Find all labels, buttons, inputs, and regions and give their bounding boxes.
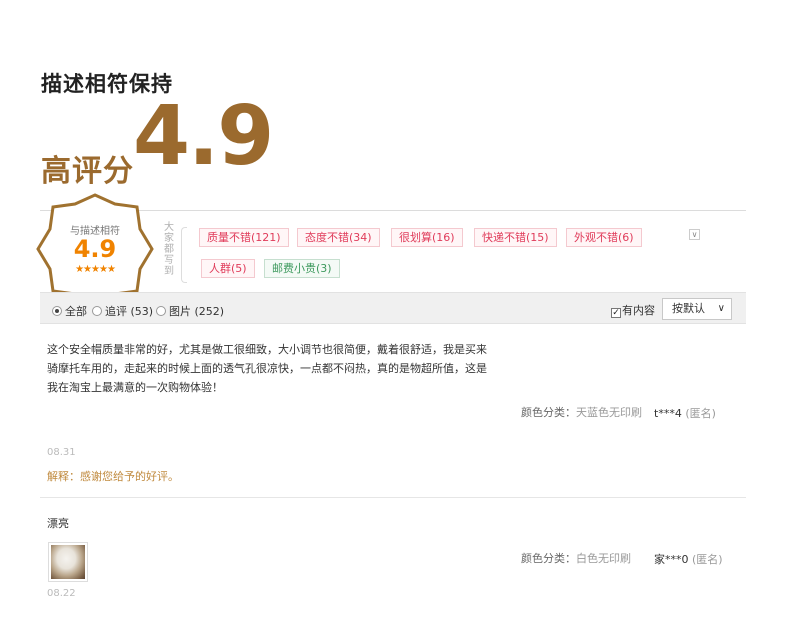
reviewer-name: 家***0 — [654, 553, 689, 566]
tag-crowd[interactable]: 人群(5) — [201, 259, 255, 278]
reviewer-name: t***4 — [654, 407, 682, 420]
filter-photos-label: 图片 (252) — [169, 305, 225, 318]
reviewer: 家***0 (匿名) — [654, 551, 723, 567]
tag-shipping-fee[interactable]: 邮费小贵(3) — [264, 259, 340, 278]
review-photo-thumbnail[interactable] — [48, 542, 88, 582]
chevron-down-icon: ∨ — [717, 303, 725, 314]
filter-bar: 全部 追评 (53) 图片 (252) ✓ 有内容 按默认 ∨ — [40, 292, 746, 324]
tags-bracket — [181, 227, 187, 283]
reviewer-anon: (匿名) — [685, 407, 716, 420]
star-rating-icon: ★★★★★ — [75, 264, 116, 275]
review-divider — [40, 497, 746, 498]
chevron-down-icon: ∨ — [691, 230, 698, 239]
tag-value[interactable]: 很划算(16) — [391, 228, 463, 247]
checkmark-icon: ✓ — [611, 308, 621, 318]
expand-tags-button[interactable]: ∨ — [689, 229, 700, 240]
reviewer: t***4 (匿名) — [654, 405, 716, 421]
review-text: 这个安全帽质量非常的好，尤其是做工很细致，大小调节也很简便，戴着很舒适，我是买来… — [47, 343, 487, 394]
sort-select-value: 按默认 — [672, 302, 705, 315]
review-sku: 颜色分类：白色无印刷 — [521, 550, 631, 566]
review-date: 08.22 — [47, 588, 76, 599]
filter-followup-radio[interactable]: 追评 (53) — [92, 303, 153, 319]
sku-label: 颜色分类： — [521, 406, 576, 419]
review-date: 08.31 — [47, 447, 76, 458]
has-content-label: 有内容 — [622, 304, 655, 317]
filter-photos-radio[interactable]: 图片 (252) — [156, 303, 224, 319]
has-content-checkbox[interactable]: ✓ 有内容 — [611, 302, 655, 318]
filter-all-radio[interactable]: 全部 — [52, 303, 87, 319]
sort-select[interactable]: 按默认 ∨ — [662, 298, 732, 320]
tag-attitude[interactable]: 态度不错(34) — [297, 228, 380, 247]
high-score-label: 高评分 — [41, 154, 134, 189]
tag-appearance[interactable]: 外观不错(6) — [566, 228, 642, 247]
radio-icon — [156, 306, 166, 316]
radio-icon — [92, 306, 102, 316]
badge-score: 4.9 — [73, 235, 117, 263]
tag-delivery[interactable]: 快递不错(15) — [474, 228, 557, 247]
review-text: 漂亮 — [47, 517, 69, 530]
rating-badge: 与描述相符 4.9 ★★★★★ — [36, 192, 154, 306]
helmet-photo — [51, 545, 85, 579]
filter-followup-label: 追评 (53) — [105, 305, 154, 318]
filter-all-label: 全部 — [65, 305, 87, 318]
seller-reply: 解释：感谢您给予的好评。 — [47, 470, 179, 483]
radio-selected-icon — [52, 306, 62, 316]
review-sku: 颜色分类：天蓝色无印刷 — [521, 404, 642, 420]
tags-side-label: 大家都写到 — [164, 222, 174, 277]
sku-value: 天蓝色无印刷 — [576, 406, 642, 419]
reviewer-anon: (匿名) — [692, 553, 723, 566]
sku-label: 颜色分类： — [521, 552, 576, 565]
tag-quality[interactable]: 质量不错(121) — [199, 228, 289, 247]
big-score: 4.9 — [133, 89, 274, 184]
sku-value: 白色无印刷 — [576, 552, 631, 565]
